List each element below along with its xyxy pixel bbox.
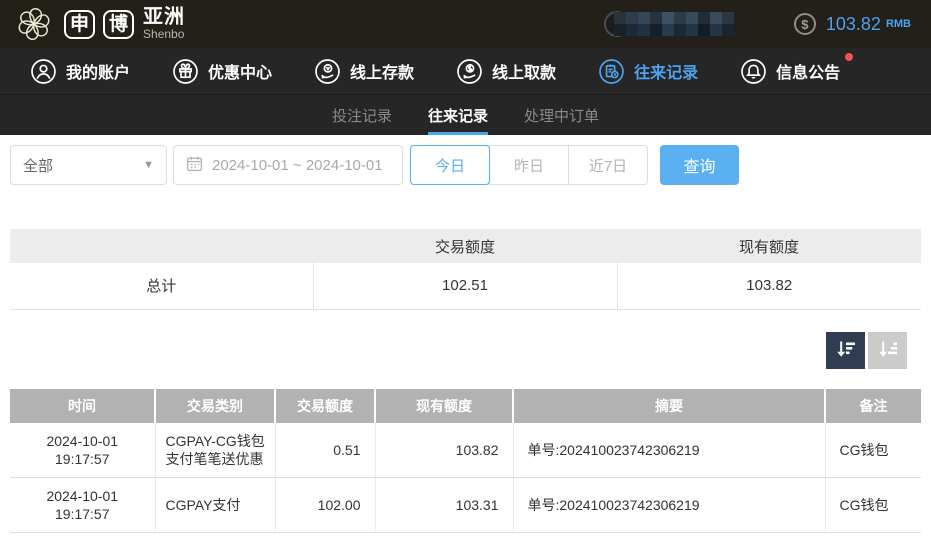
sort-controls xyxy=(10,332,921,369)
type-filter-value: 全部 xyxy=(23,155,53,176)
sort-descending-button[interactable] xyxy=(826,332,865,369)
nav-item-announcements[interactable]: 信息公告 xyxy=(740,58,840,85)
filter-bar: 全部 ▼ 2024-10-01 ~ 2024-10-01 今日 昨日 近7日 查… xyxy=(10,145,921,185)
summary-total-label: 总计 xyxy=(10,263,313,309)
summary-trade-total: 102.51 xyxy=(313,263,617,309)
sub-nav: 投注记录 往来记录 处理中订单 xyxy=(0,95,931,135)
col-summary: 摘要 xyxy=(513,389,825,423)
col-amount: 交易额度 xyxy=(275,389,375,423)
nav-label: 线上存款 xyxy=(350,59,414,83)
cell-type: CGPAY支付 xyxy=(155,477,275,532)
cell-amount: 0.51 xyxy=(275,423,375,478)
dollar-coin-icon: $ xyxy=(794,13,816,35)
notification-badge-dot xyxy=(845,53,853,61)
brand-logo: 申 博 亚洲 Shenbo xyxy=(12,2,185,46)
nav-label: 我的账户 xyxy=(66,59,130,83)
cell-amount: 102.00 xyxy=(275,477,375,532)
cell-type: CGPAY-CG钱包支付笔笔送优惠 xyxy=(155,423,275,478)
summary-header-balance: 现有额度 xyxy=(617,229,921,263)
flower-logo-icon xyxy=(12,2,56,46)
tab-transaction-records[interactable]: 往来记录 xyxy=(428,95,488,135)
brand-char-1: 申 xyxy=(64,10,95,39)
nav-item-promotions[interactable]: 优惠中心 xyxy=(172,58,272,85)
cell-summary: 单号:202410023742306219 xyxy=(513,477,825,532)
main-nav: 我的账户 优惠中心 线上存款 xyxy=(0,48,931,95)
nav-item-withdraw[interactable]: 线上取款 xyxy=(456,58,556,85)
brand-subtitle: Shenbo xyxy=(143,28,185,41)
summary-balance-total: 103.82 xyxy=(617,263,921,309)
tab-pending-orders[interactable]: 处理中订单 xyxy=(524,95,599,135)
withdraw-icon xyxy=(456,58,483,85)
nav-item-transaction-records[interactable]: 往来记录 xyxy=(598,58,698,85)
summary-header-row: 交易额度 现有额度 xyxy=(10,229,921,263)
nav-label: 线上取款 xyxy=(492,59,556,83)
calendar-icon xyxy=(186,155,203,176)
balance-display: $ 103.82 RMB xyxy=(794,13,911,35)
date-range-input[interactable]: 2024-10-01 ~ 2024-10-01 xyxy=(173,145,403,185)
summary-header-empty xyxy=(10,229,313,263)
col-balance: 现有额度 xyxy=(375,389,513,423)
gift-icon xyxy=(172,58,199,85)
table-row: 2024-10-01 19:17:57 CGPAY-CG钱包支付笔笔送优惠 0.… xyxy=(10,423,921,478)
date-range-value: 2024-10-01 ~ 2024-10-01 xyxy=(212,157,383,174)
table-row: 2024-10-01 19:17:57 CGPAY支付 102.00 103.3… xyxy=(10,477,921,532)
last7days-button[interactable]: 近7日 xyxy=(568,145,648,185)
quick-date-buttons: 今日 昨日 近7日 xyxy=(410,145,648,185)
yesterday-button[interactable]: 昨日 xyxy=(489,145,569,185)
cell-time: 2024-10-01 19:17:57 xyxy=(10,423,155,478)
cell-balance: 103.31 xyxy=(375,477,513,532)
cell-remark: CG钱包 xyxy=(825,477,921,532)
transactions-table: 时间 交易类别 交易额度 现有额度 摘要 备注 2024-10-01 19:17… xyxy=(10,389,921,534)
nav-item-my-account[interactable]: 我的账户 xyxy=(30,58,130,85)
summary-total-row: 总计 102.51 103.82 xyxy=(10,263,921,309)
bell-icon xyxy=(740,58,767,85)
nav-item-deposit[interactable]: 线上存款 xyxy=(314,58,414,85)
col-type: 交易类别 xyxy=(155,389,275,423)
nav-label: 往来记录 xyxy=(634,59,698,83)
user-menu[interactable] xyxy=(604,11,734,37)
nav-label: 信息公告 xyxy=(776,59,840,83)
chevron-down-icon: ▼ xyxy=(143,159,154,171)
tab-betting-records[interactable]: 投注记录 xyxy=(332,95,392,135)
records-icon xyxy=(598,58,625,85)
brand-region: 亚洲 xyxy=(143,7,185,28)
balance-currency: RMB xyxy=(886,18,911,30)
summary-header-trade: 交易额度 xyxy=(313,229,617,263)
brand-char-2: 博 xyxy=(103,10,134,39)
cell-remark: CG钱包 xyxy=(825,423,921,478)
col-time: 时间 xyxy=(10,389,155,423)
user-icon xyxy=(30,58,57,85)
cell-balance: 103.82 xyxy=(375,423,513,478)
sort-ascending-button[interactable] xyxy=(868,332,907,369)
type-filter-select[interactable]: 全部 ▼ xyxy=(10,145,167,185)
censored-username xyxy=(614,12,734,36)
cell-summary: 单号:202410023742306219 xyxy=(513,423,825,478)
top-header: 申 博 亚洲 Shenbo $ 103.82 RMB xyxy=(0,0,931,48)
deposit-icon xyxy=(314,58,341,85)
nav-label: 优惠中心 xyxy=(208,59,272,83)
balance-amount: 103.82 xyxy=(826,14,881,35)
summary-table: 交易额度 现有额度 总计 102.51 103.82 xyxy=(10,229,921,310)
table-header-row: 时间 交易类别 交易额度 现有额度 摘要 备注 xyxy=(10,389,921,423)
col-remark: 备注 xyxy=(825,389,921,423)
main-content: 全部 ▼ 2024-10-01 ~ 2024-10-01 今日 昨日 近7日 查… xyxy=(0,135,931,543)
cell-time: 2024-10-01 19:17:57 xyxy=(10,477,155,532)
query-button[interactable]: 查询 xyxy=(660,145,739,185)
today-button[interactable]: 今日 xyxy=(410,145,490,185)
